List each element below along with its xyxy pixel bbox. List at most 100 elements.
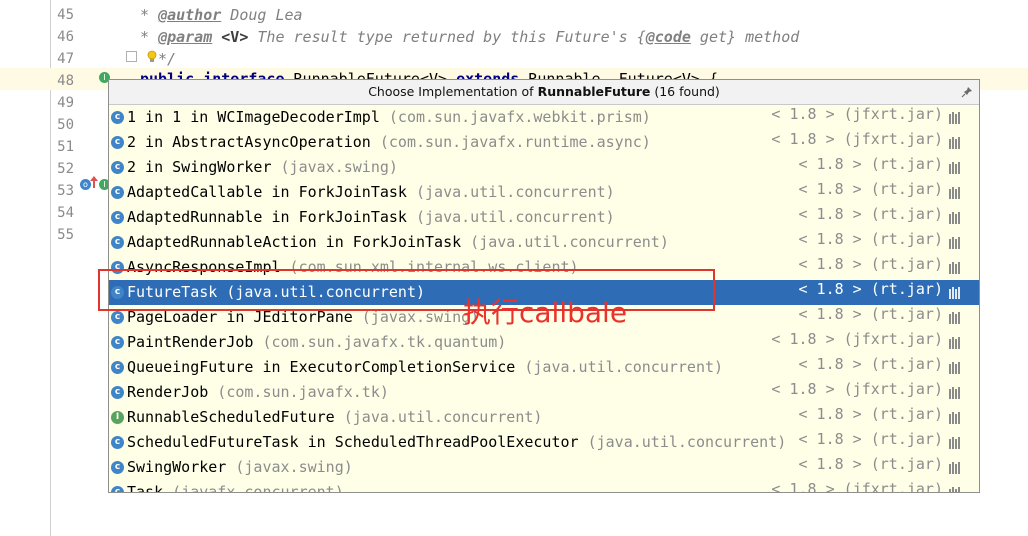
line-number: 50 (57, 117, 74, 133)
implementation-name: SwingWorker (javax.swing) (127, 455, 353, 480)
annotation-text: 执行callbale (463, 296, 628, 329)
class-icon: c (111, 186, 124, 199)
class-icon: c (111, 361, 124, 374)
library-location: < 1.8 > (rt.jar) (798, 205, 944, 223)
class-icon: c (111, 486, 124, 492)
library-location: < 1.8 > (jfxrt.jar) (771, 105, 943, 123)
class-icon: c (111, 386, 124, 399)
package-name: (java.util.concurrent) (578, 433, 787, 451)
implementation-name: AdaptedCallable in ForkJoinTask (java.ut… (127, 180, 615, 205)
package-name: (java.util.concurrent) (515, 358, 724, 376)
jar-library-icon (949, 437, 960, 449)
package-name: (javafx.concurrent) (163, 483, 344, 493)
interface-icon: I (111, 411, 124, 424)
line-number: 45 (57, 7, 74, 23)
class-icon: c (111, 336, 124, 349)
jar-library-icon (949, 162, 960, 174)
library-location: < 1.8 > (rt.jar) (798, 455, 944, 473)
library-location: < 1.8 > (jfxrt.jar) (771, 480, 943, 493)
library-location: < 1.8 > (rt.jar) (798, 280, 944, 298)
up-arrow-icon[interactable] (90, 176, 98, 188)
class-icon: c (111, 461, 124, 474)
implementation-name: PaintRenderJob (com.sun.javafx.tk.quantu… (127, 330, 506, 355)
jar-library-icon (949, 312, 960, 324)
fold-marker-icon[interactable] (126, 51, 137, 62)
package-name: (java.util.concurrent) (334, 408, 543, 426)
implementation-name: RenderJob (com.sun.javafx.tk) (127, 380, 389, 405)
class-icon: c (111, 161, 124, 174)
line-number: 47 (57, 51, 74, 67)
line-number: 51 (57, 139, 74, 155)
package-name: (java.util.concurrent) (406, 208, 615, 226)
class-name: 2 in SwingWorker (127, 158, 272, 176)
package-name: (java.util.concurrent) (406, 183, 615, 201)
jar-library-icon (949, 362, 960, 374)
jar-library-icon (949, 137, 960, 149)
implementation-name: 1 in 1 in WCImageDecoderImpl (com.sun.ja… (127, 105, 651, 130)
package-name: (javax.swing) (271, 158, 398, 176)
class-name: 1 in 1 in WCImageDecoderImpl (127, 108, 380, 126)
line-number: 52 (57, 161, 74, 177)
class-name: AdaptedRunnableAction in ForkJoinTask (127, 233, 462, 251)
jar-library-icon (949, 187, 960, 199)
line-number: 46 (57, 29, 74, 45)
library-location: < 1.8 > (rt.jar) (798, 305, 944, 323)
jar-library-icon (949, 412, 960, 424)
line-number: 53 (57, 183, 74, 199)
package-name: (com.sun.javafx.webkit.prism) (379, 108, 651, 126)
implementation-name: RunnableScheduledFuture (java.util.concu… (127, 405, 542, 430)
implementation-name: ScheduledFutureTask in ScheduledThreadPo… (127, 430, 786, 455)
class-icon: c (111, 311, 124, 324)
class-name: SwingWorker (127, 458, 227, 476)
library-location: < 1.8 > (rt.jar) (798, 230, 944, 248)
implementation-name: AdaptedRunnable in ForkJoinTask (java.ut… (127, 205, 615, 230)
library-location: < 1.8 > (rt.jar) (798, 155, 944, 173)
library-location: < 1.8 > (rt.jar) (798, 355, 944, 373)
package-name: (com.sun.javafx.runtime.async) (370, 133, 651, 151)
jar-library-icon (949, 262, 960, 274)
class-name: 2 in AbstractAsyncOperation (127, 133, 371, 151)
package-name: (java.util.concurrent) (461, 233, 669, 251)
implementation-name: 2 in AbstractAsyncOperation (com.sun.jav… (127, 130, 651, 155)
class-name: PaintRenderJob (127, 333, 254, 351)
code-line-46: * @param <V> The result type returned by… (140, 28, 800, 46)
class-icon: c (111, 136, 124, 149)
class-name: ScheduledFutureTask in ScheduledThreadPo… (127, 433, 579, 451)
class-icon: c (111, 436, 124, 449)
implementation-name: QueueingFuture in ExecutorCompletionServ… (127, 355, 723, 380)
jar-library-icon (949, 462, 960, 474)
package-name: (javax.swing) (226, 458, 353, 476)
library-location: < 1.8 > (rt.jar) (798, 405, 944, 423)
package-name: (com.sun.javafx.tk.quantum) (253, 333, 507, 351)
class-name: QueueingFuture in ExecutorCompletionServ… (127, 358, 516, 376)
class-icon: c (111, 111, 124, 124)
class-name: RenderJob (127, 383, 209, 401)
line-number: 55 (57, 227, 74, 243)
package-name: (com.sun.javafx.tk) (208, 383, 389, 401)
implementation-name: Task (javafx.concurrent) (127, 480, 344, 493)
pin-icon[interactable] (961, 86, 973, 98)
jar-library-icon (949, 387, 960, 399)
implementation-name: 2 in SwingWorker (javax.swing) (127, 155, 398, 180)
jar-library-icon (949, 212, 960, 224)
code-line-45: * @author Doug Lea (140, 6, 303, 24)
class-name: RunnableScheduledFuture (127, 408, 335, 426)
library-location: < 1.8 > (jfxrt.jar) (771, 380, 943, 398)
class-icon: c (111, 211, 124, 224)
line-number: 49 (57, 95, 74, 111)
class-name: AdaptedRunnable in ForkJoinTask (127, 208, 407, 226)
library-location: < 1.8 > (rt.jar) (798, 180, 944, 198)
implementation-row[interactable]: c Task (javafx.concurrent) < 1.8 > (jfxrt.… (109, 480, 979, 493)
library-location: < 1.8 > (jfxrt.jar) (771, 330, 943, 348)
jar-library-icon (949, 112, 960, 124)
jar-library-icon (949, 237, 960, 249)
code-line-47: */ (158, 50, 177, 68)
class-name: AdaptedCallable in ForkJoinTask (127, 183, 407, 201)
library-location: < 1.8 > (jfxrt.jar) (771, 130, 943, 148)
class-name: Task (127, 483, 164, 493)
implementation-name: AdaptedRunnableAction in ForkJoinTask (j… (127, 230, 669, 255)
jar-library-icon (949, 487, 960, 492)
jar-library-icon (949, 337, 960, 349)
jar-library-icon (949, 287, 960, 299)
lightbulb-icon[interactable] (146, 50, 158, 64)
